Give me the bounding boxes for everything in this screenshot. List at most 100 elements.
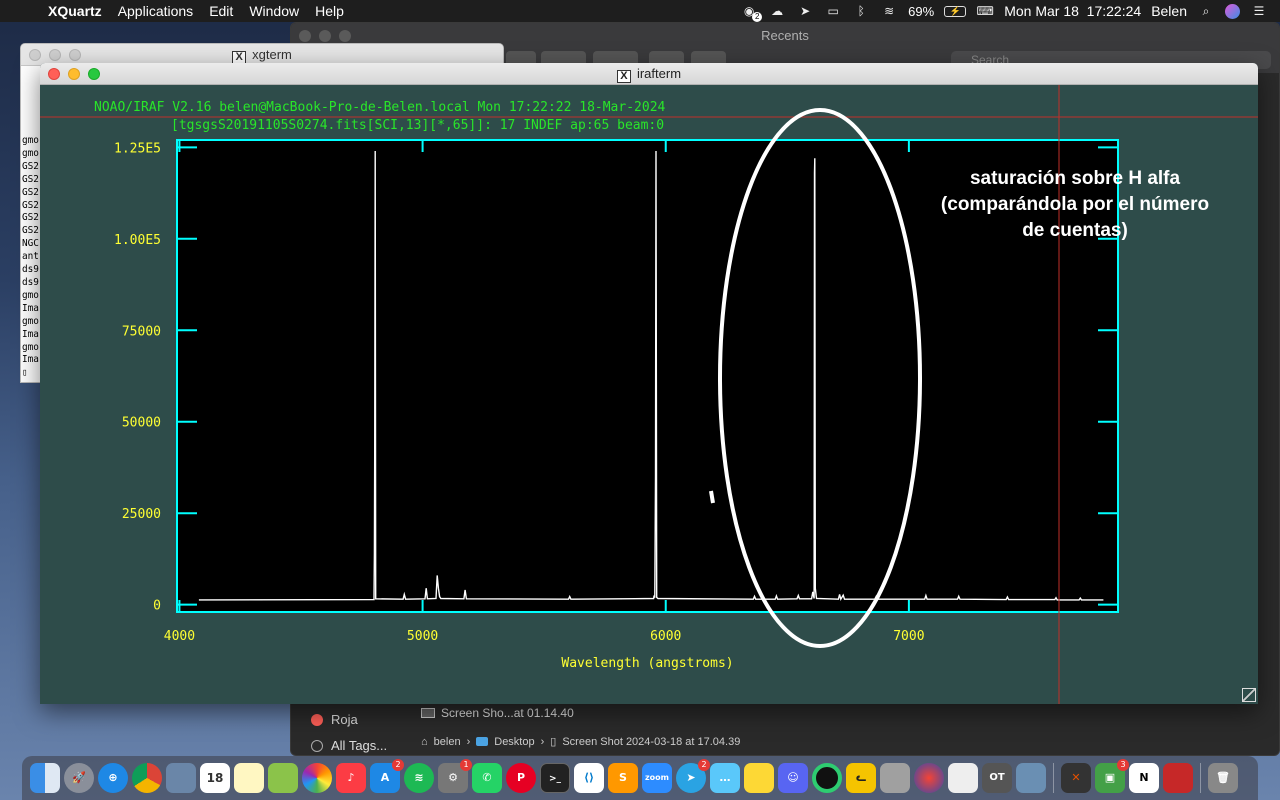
screenshot-file-icon bbox=[421, 708, 435, 718]
discord-dock-icon[interactable]: ☺ bbox=[778, 763, 808, 793]
sidebar-all-tags[interactable]: All Tags... bbox=[311, 738, 387, 753]
photos-dock-icon[interactable] bbox=[302, 763, 332, 793]
pinterest-dock-icon[interactable]: P bbox=[506, 763, 536, 793]
telescope-dock-icon[interactable] bbox=[1016, 763, 1046, 793]
app-store-dock-icon[interactable]: A2 bbox=[370, 759, 404, 793]
menu-help[interactable]: Help bbox=[307, 0, 352, 22]
terminal-line: gmo bbox=[22, 289, 39, 301]
sidebar-tag-roja[interactable]: Roja bbox=[311, 712, 358, 727]
terminal-dock-icon[interactable]: >_ bbox=[540, 763, 570, 793]
status-notification-badge: 2 bbox=[752, 12, 763, 22]
system-preferences-dock-icon[interactable]: ⚙ 1 bbox=[438, 759, 472, 793]
menubar-user[interactable]: Belen bbox=[1151, 3, 1187, 19]
safari-dock-icon[interactable]: ⊕ bbox=[98, 763, 128, 793]
dock: 🚀 ⊕ 18 ♪ A2 ≋ ⚙ 1 ✆ P >_ ⟨⟩ S zoom ➤ 2 … ☺… bbox=[22, 756, 1258, 800]
xquartz-dock-icon[interactable]: ✕ bbox=[1061, 763, 1091, 793]
xgterm-output[interactable]: gmo gmo GS2 GS2 GS2 GS2 GS2 GS2 NGC ant … bbox=[22, 135, 39, 380]
x-axis-label: Wavelength (angstroms) bbox=[561, 656, 733, 671]
launchpad-dock-icon[interactable]: 🚀 bbox=[64, 763, 94, 793]
menu-window[interactable]: Window bbox=[241, 0, 307, 22]
galaxy-dock-icon[interactable] bbox=[914, 763, 944, 793]
search-icon[interactable]: ⌕ bbox=[1197, 4, 1215, 18]
path-user[interactable]: belen bbox=[434, 736, 461, 748]
vscode-dock-icon[interactable]: ⟨⟩ bbox=[574, 763, 604, 793]
path-file[interactable]: Screen Shot 2024-03-18 at 17.04.39 bbox=[562, 736, 740, 748]
terminal-line: ant bbox=[22, 251, 39, 263]
terminal-line: GS2 bbox=[22, 225, 39, 237]
terminal-line: GS2 bbox=[22, 173, 39, 185]
installer-dock-icon[interactable]: ▣ 3 bbox=[1095, 759, 1129, 793]
preview-dock-icon[interactable] bbox=[166, 763, 196, 793]
spotify-dock-icon[interactable]: ≋ bbox=[404, 763, 434, 793]
bluetooth-icon[interactable]: ᛒ bbox=[852, 4, 870, 18]
control-center-icon[interactable]: ☰ bbox=[1250, 4, 1268, 18]
telegram-dock-icon[interactable]: ➤ 2 bbox=[676, 759, 710, 793]
chevron-right-icon: › bbox=[466, 735, 471, 748]
status-area: ◉ 2 ☁ ➤ ▭ ᛒ ≋ 69% ⚡ ⌨ Mon Mar 18 17:22:24… bbox=[740, 3, 1280, 22]
battery-icon[interactable]: ⚡ bbox=[944, 5, 967, 17]
preview-pdf-dock-icon[interactable] bbox=[1163, 763, 1193, 793]
messages-dock-icon[interactable]: … bbox=[710, 763, 740, 793]
menu-app-name[interactable]: XQuartz bbox=[40, 0, 110, 22]
stickies-dock-icon[interactable] bbox=[744, 763, 774, 793]
irafterm-window: Xirafterm NOAO/IRAF V2.16 belen@MacBook-… bbox=[40, 63, 1258, 704]
whatsapp-dock-icon[interactable]: ✆ bbox=[472, 763, 502, 793]
menu-bar: XQuartz Applications Edit Window Help ◉ 2… bbox=[0, 0, 1280, 22]
badge: 2 bbox=[698, 759, 710, 771]
keyboard-icon[interactable]: ⌨ bbox=[976, 4, 994, 18]
badge: 3 bbox=[1117, 759, 1129, 771]
sidebar-all-tags-label: All Tags... bbox=[331, 738, 388, 753]
xgterm-title: Xxgterm bbox=[21, 47, 503, 64]
archive-dock-icon[interactable] bbox=[880, 763, 910, 793]
terminal-line: Ima bbox=[22, 328, 39, 340]
y-tick-label: 75000 bbox=[122, 324, 161, 339]
tag-red-dot-icon bbox=[311, 713, 323, 726]
cat-app-dock-icon[interactable]: ᓚ bbox=[846, 763, 876, 793]
menubar-datetime[interactable]: Mon Mar 18 17:22:24 bbox=[1004, 3, 1141, 19]
opentelescope-dock-icon[interactable]: OT bbox=[982, 763, 1012, 793]
spectrum-plot[interactable]: 4000 5000 6000 7000 0 25000 50000 75000 1.00E5 1.… bbox=[40, 85, 1258, 704]
chrome-dock-icon[interactable] bbox=[132, 763, 162, 793]
file-row[interactable]: Screen Sho...at 01.14.40 bbox=[421, 706, 574, 720]
home-icon: ⌂ bbox=[421, 735, 428, 748]
menu-edit[interactable]: Edit bbox=[201, 0, 241, 22]
badge: 1 bbox=[460, 759, 472, 771]
siri-icon[interactable] bbox=[1225, 3, 1240, 19]
cloud-sync-icon[interactable]: ☁ bbox=[768, 4, 786, 18]
sublime-dock-icon[interactable]: S bbox=[608, 763, 638, 793]
path-folder[interactable]: Desktop bbox=[494, 736, 534, 748]
sidebar-tag-label: Roja bbox=[331, 712, 358, 727]
cursor-mark bbox=[709, 490, 715, 504]
calendar-dock-icon[interactable]: 18 bbox=[200, 763, 230, 793]
ring-app-dock-icon[interactable] bbox=[812, 763, 842, 793]
zoom-dock-icon[interactable]: zoom bbox=[642, 763, 672, 793]
x-tick-label: 4000 bbox=[164, 629, 195, 644]
resize-handle-icon[interactable] bbox=[1242, 688, 1256, 702]
notes-dock-icon[interactable] bbox=[234, 763, 264, 793]
irafterm-title-text: irafterm bbox=[636, 66, 682, 81]
badge: 2 bbox=[392, 759, 404, 771]
terminal-line: GS2 bbox=[22, 186, 39, 198]
terminal-line: GS2 bbox=[22, 212, 39, 224]
music-dock-icon[interactable]: ♪ bbox=[336, 763, 366, 793]
trash-dock-icon[interactable]: 🗑 bbox=[1208, 763, 1238, 793]
terminal-line: ds9 bbox=[22, 276, 39, 288]
airplay-icon[interactable]: ▭ bbox=[824, 4, 842, 18]
terminal-line: NGC bbox=[22, 238, 39, 250]
xgterm-title-text: xgterm bbox=[252, 47, 292, 62]
terminal-line: gmo bbox=[22, 341, 39, 353]
finder-title: Recents bbox=[761, 28, 809, 43]
terminal-line: GS2 bbox=[22, 160, 39, 172]
pointer-icon[interactable]: ➤ bbox=[796, 4, 814, 18]
creative-cloud-icon[interactable]: ◉ 2 bbox=[740, 4, 763, 22]
maps-dock-icon[interactable] bbox=[268, 763, 298, 793]
dock-separator bbox=[1200, 763, 1201, 793]
menu-applications[interactable]: Applications bbox=[110, 0, 202, 22]
notion-dock-icon[interactable]: N bbox=[1129, 763, 1159, 793]
y-tick-label: 1.00E5 bbox=[114, 233, 161, 248]
battery-percent: 69% bbox=[908, 3, 935, 19]
finder-dock-icon[interactable] bbox=[30, 763, 60, 793]
terminal-line: ds9 bbox=[22, 264, 39, 276]
textedit-dock-icon[interactable] bbox=[948, 763, 978, 793]
wifi-icon[interactable]: ≋ bbox=[880, 4, 898, 18]
